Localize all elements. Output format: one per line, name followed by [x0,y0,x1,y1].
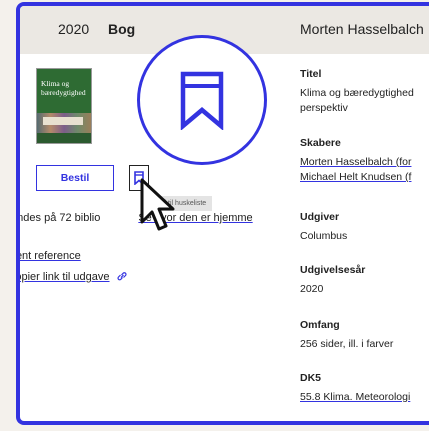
get-reference-link[interactable]: Hent reference [20,250,81,262]
header-author: Morten Hasselbalch [300,21,424,37]
availability-line: Findes på 72 biblio Se hvor den er hjemme [16,212,253,224]
detail-year: Udgivelsesår 2020 [300,264,366,295]
book-cover-image[interactable]: Klima og bæredygtighed [36,68,92,144]
header-year: 2020 [58,21,90,37]
detail-title: Titel Klima og bæredygtighed perspektiv [300,68,414,114]
creator-link[interactable]: Morten Hasselbalch (for [300,155,411,170]
mouse-pointer-icon [140,178,175,231]
copy-link-label[interactable]: Kopier link til udgave [20,271,110,283]
detail-extent: Omfang 256 sider, ill. i farver [300,319,394,350]
order-button[interactable]: Bestil [36,165,114,191]
copy-link-row[interactable]: Kopier link til udgave [20,271,128,283]
link-icon [117,272,127,281]
bookmark-icon [180,71,224,130]
detail-dk5: DK5 55.8 Klima. Meteorologi [300,372,411,405]
dk5-link[interactable]: 55.8 Klima. Meteorologi [300,390,410,405]
work-page-frame: 2020 Bog Morten Hasselbalch Klima og bær… [16,2,429,425]
detail-publisher: Udgiver Columbus [300,211,348,242]
detail-creators: Skabere Morten Hasselbalch (for Michael … [300,137,412,185]
availability-text: Findes på 72 biblio [16,212,101,224]
creator-link[interactable]: Michael Helt Knudsen (f [300,170,411,185]
cover-footer [37,133,91,143]
cover-title: Klima og bæredygtighed [41,79,86,97]
bookmark-zoom-highlight [137,35,267,165]
header-material-type: Bog [108,21,136,37]
cover-banner [43,117,83,125]
